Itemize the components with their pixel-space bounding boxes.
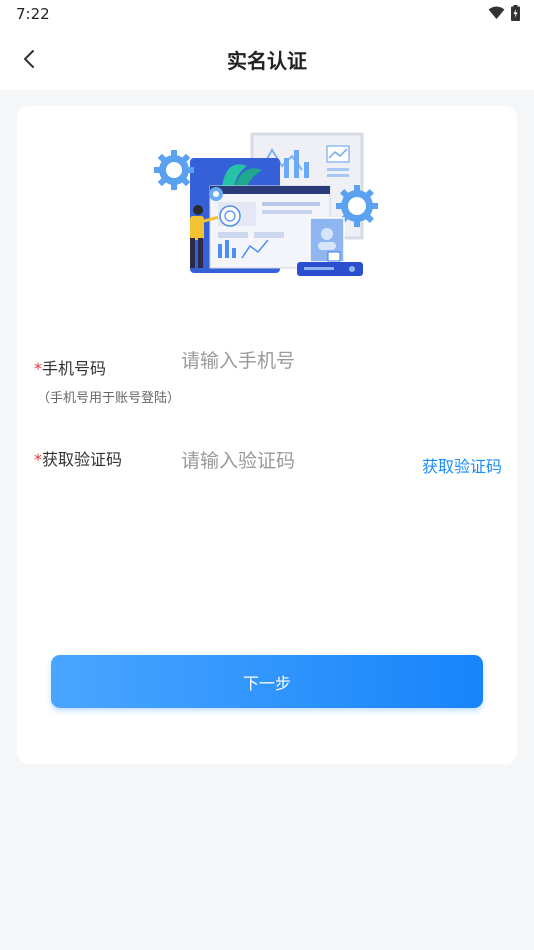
code-input[interactable]	[181, 446, 401, 476]
next-step-button[interactable]: 下一步	[51, 655, 483, 708]
page-title: 实名认证	[227, 49, 307, 73]
code-label-text: 获取验证码	[42, 450, 123, 469]
required-mark: *	[34, 359, 42, 378]
wifi-icon	[488, 6, 505, 19]
phone-label-text: 手机号码	[42, 359, 107, 378]
nav-bar: 实名认证	[0, 28, 534, 90]
required-mark: *	[34, 450, 42, 469]
battery-charging-icon	[511, 5, 520, 21]
status-bar: 7:22	[0, 0, 534, 28]
code-label: *获取验证码	[34, 446, 122, 470]
status-time: 7:22	[16, 5, 50, 23]
form-card: *手机号码 （手机号用于账号登陆） *获取验证码 获取验证码 下一步	[17, 106, 517, 764]
phone-hint: （手机号用于账号登陆）	[37, 391, 181, 406]
get-code-button[interactable]: 获取验证码	[422, 453, 502, 477]
phone-label: *手机号码	[34, 355, 106, 379]
status-icons	[488, 5, 520, 21]
phone-input[interactable]	[181, 346, 491, 376]
verification-illustration	[154, 132, 378, 276]
